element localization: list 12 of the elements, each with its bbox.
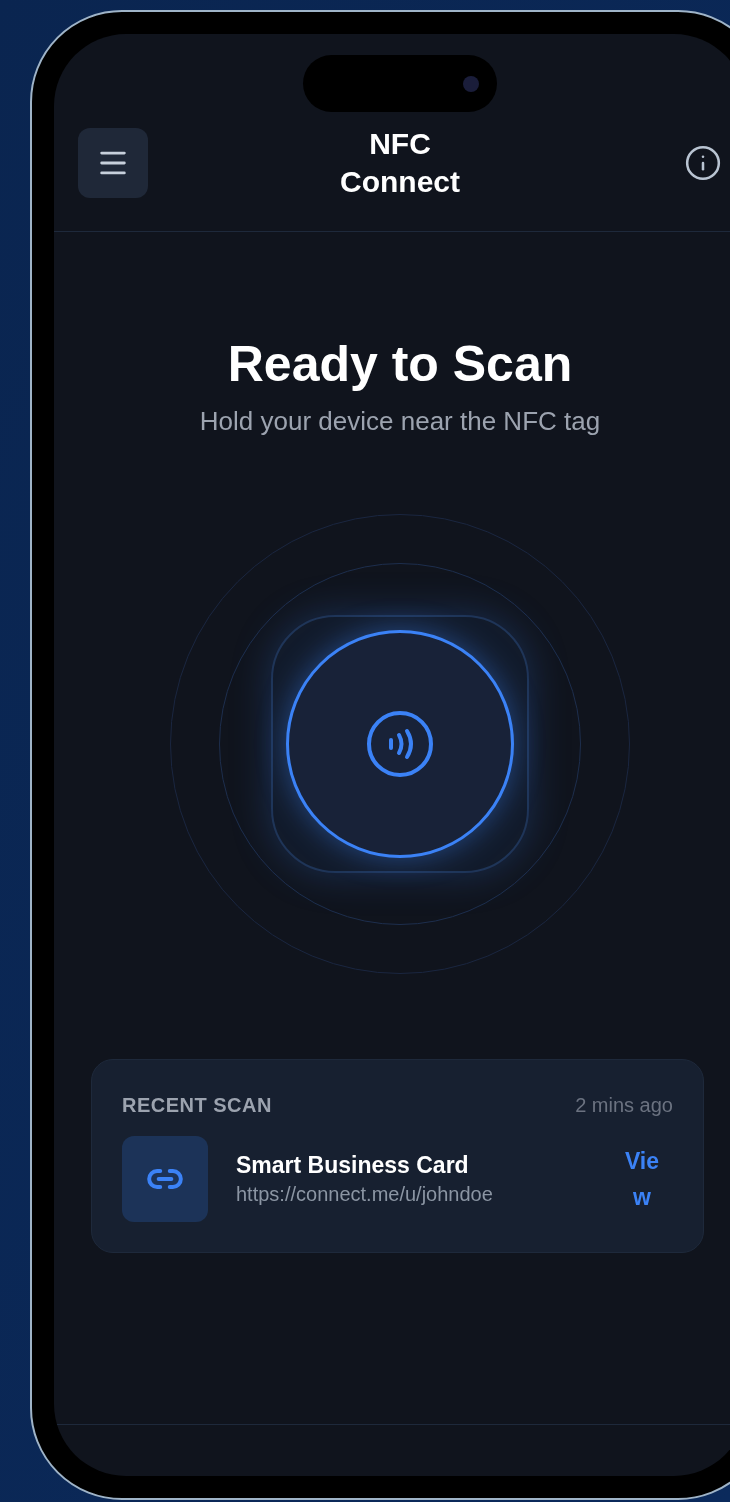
scan-title: Ready to Scan xyxy=(227,335,573,394)
section-heading: RECENT SCAN xyxy=(122,1093,272,1118)
app-title: NFC Connect xyxy=(339,126,461,200)
menu-button[interactable] xyxy=(78,128,148,198)
view-link[interactable]: View xyxy=(621,1143,663,1215)
scan-item-url: https://connect.me/u/johndoe xyxy=(236,1182,494,1207)
scan-item-title: Smart Business Card xyxy=(236,1151,470,1180)
nfc-icon xyxy=(365,709,435,779)
info-icon[interactable] xyxy=(684,144,722,182)
scan-time: 2 mins ago xyxy=(575,1093,673,1118)
scan-subtitle: Hold your device near the NFC tag xyxy=(199,405,601,438)
scan-button[interactable] xyxy=(286,630,514,858)
